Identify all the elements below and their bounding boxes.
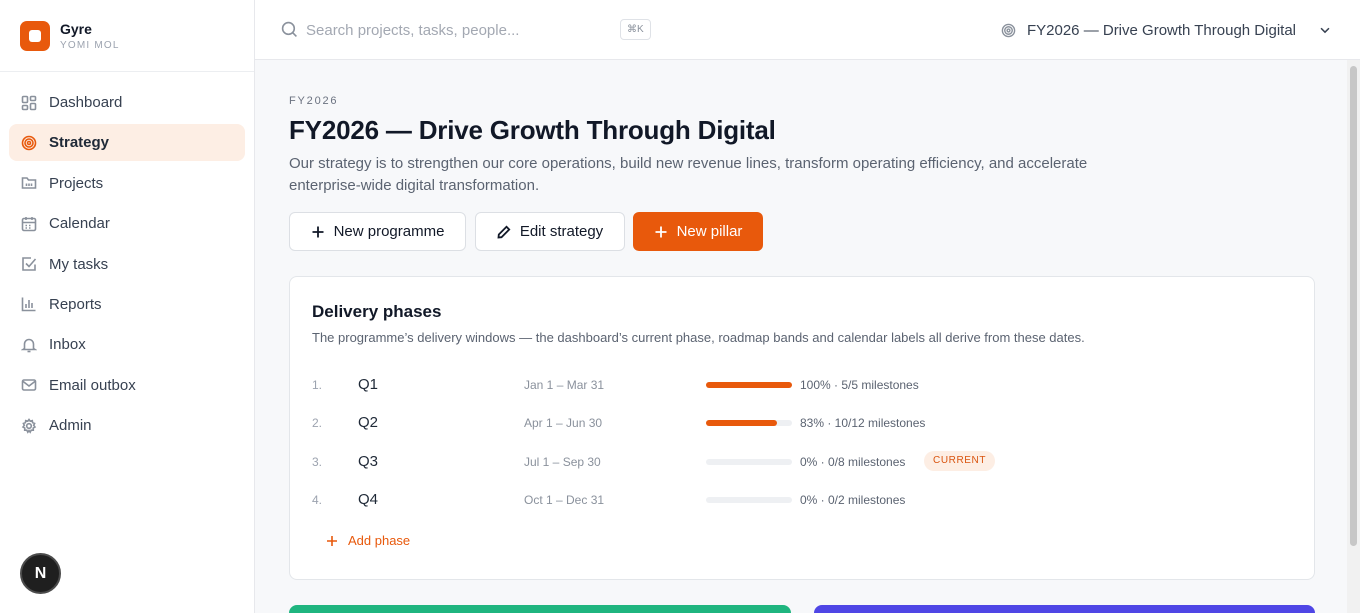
sidebar: Gyre YOMI MOL Dashboard Strategy Project…: [0, 0, 255, 613]
phase-row[interactable]: 1. Q1 Jan 1 – Mar 31 100% · 5/5 mileston…: [290, 374, 1314, 398]
sidebar-item-label: Email outbox: [49, 376, 136, 394]
phase-number: 1.: [312, 378, 323, 392]
phase-progress-bar: [706, 382, 792, 388]
search-shortcut-badge: ⌘K: [620, 19, 651, 40]
target-icon: [1001, 23, 1016, 37]
sidebar-item-label: My tasks: [49, 255, 109, 273]
app-name: Gyre: [60, 20, 92, 37]
phase-dates: Jan 1 – Mar 31: [524, 378, 605, 392]
page-eyebrow: FY2026: [289, 95, 339, 107]
sidebar-item-calendar[interactable]: Calendar: [9, 205, 245, 242]
checkbox-icon: [22, 257, 37, 271]
phase-row[interactable]: 2. Q2 Apr 1 – Jun 30 83% · 10/12 milesto…: [290, 412, 1314, 436]
phase-name: Q1: [358, 376, 379, 393]
strategy-selector[interactable]: FY2026 — Drive Growth Through Digital: [1001, 14, 1332, 46]
sidebar-item-projects[interactable]: Projects: [9, 165, 245, 202]
phase-dates: Jul 1 – Sep 30: [524, 455, 601, 469]
scrollbar-thumb[interactable]: [1350, 66, 1357, 546]
phase-progress-bar: [706, 497, 792, 503]
phase-stat: 83% · 10/12 milestones: [800, 416, 926, 430]
pillar-card-indigo[interactable]: [814, 605, 1315, 613]
add-phase-label: Add phase: [348, 533, 411, 548]
current-phase-badge: CURRENT: [924, 451, 996, 471]
phase-stat: 0% · 0/2 milestones: [800, 493, 906, 507]
phase-progress-bar: [706, 459, 792, 465]
new-pillar-button[interactable]: New pillar: [633, 212, 763, 251]
new-programme-button[interactable]: New programme: [289, 212, 466, 251]
search-icon: [281, 21, 297, 37]
sidebar-item-label: Reports: [49, 295, 102, 313]
user-avatar[interactable]: N: [20, 553, 61, 594]
sidebar-item-label: Strategy: [49, 134, 110, 152]
phase-number: 3.: [312, 455, 323, 469]
new-pillar-label: New pillar: [676, 223, 743, 240]
app-logo-icon: [20, 20, 50, 51]
chevron-down-icon: [1320, 27, 1330, 34]
calendar-icon: [21, 216, 37, 231]
card-subtitle: The programme’s delivery windows — the d…: [312, 330, 1085, 345]
sidebar-item-label: Inbox: [49, 336, 86, 354]
phase-progress-bar: [706, 420, 792, 426]
phase-name: Q3: [358, 453, 379, 470]
bar-chart-icon: [21, 297, 36, 312]
dashboard-icon: [21, 95, 37, 110]
sidebar-item-label: Calendar: [49, 215, 110, 233]
sidebar-item-inbox[interactable]: Inbox: [9, 326, 245, 363]
card-title: Delivery phases: [312, 302, 442, 321]
phase-row[interactable]: 4. Q4 Oct 1 – Dec 31 0% · 0/2 milestones: [290, 489, 1314, 513]
phase-number: 2.: [312, 416, 323, 430]
delivery-phases-card: Delivery phases The programme’s delivery…: [289, 276, 1315, 580]
plus-icon: [327, 535, 337, 546]
sidebar-item-strategy[interactable]: Strategy: [9, 124, 245, 162]
sidebar-item-admin[interactable]: Admin: [9, 407, 245, 444]
phase-name: Q4: [358, 491, 379, 508]
phase-dates: Oct 1 – Dec 31: [524, 493, 605, 507]
sidebar-item-reports[interactable]: Reports: [9, 286, 245, 323]
search-input[interactable]: [306, 18, 606, 42]
phase-stat: 0% · 0/8 milestones: [800, 455, 906, 469]
sidebar-item-label: Dashboard: [49, 94, 123, 111]
add-phase-button[interactable]: Add phase: [326, 533, 410, 548]
sidebar-item-my-tasks[interactable]: My tasks: [9, 246, 245, 283]
phase-progress-fill: [706, 382, 792, 388]
edit-strategy-button[interactable]: Edit strategy: [475, 212, 625, 251]
pencil-icon: [497, 225, 511, 239]
phase-number: 4.: [312, 493, 323, 507]
phase-stat: 100% · 5/5 milestones: [800, 378, 919, 392]
folder-icon: [21, 177, 37, 190]
edit-strategy-label: Edit strategy: [519, 223, 604, 240]
sidebar-item-dashboard[interactable]: Dashboard: [9, 84, 245, 121]
sidebar-item-email-outbox[interactable]: Email outbox: [9, 367, 245, 404]
phase-name: Q2: [358, 414, 379, 431]
new-programme-label: New programme: [333, 223, 445, 240]
page-title: FY2026 — Drive Growth Through Digital: [289, 115, 776, 145]
top-bar: ⌘K FY2026 — Drive Growth Through Digital: [255, 0, 1360, 60]
pillar-card-green[interactable]: [289, 605, 791, 613]
phase-progress-fill: [706, 420, 778, 426]
plus-icon: [312, 226, 324, 237]
scrollbar[interactable]: [1347, 60, 1360, 613]
page-description: Our strategy is to strengthen our core o…: [289, 155, 1088, 194]
sidebar-item-label: Admin: [49, 417, 92, 435]
sidebar-item-label: Projects: [49, 174, 104, 192]
plus-icon: [655, 226, 667, 237]
phase-dates: Apr 1 – Jun 30: [524, 416, 603, 430]
sidebar-nav: Dashboard Strategy Projects Calendar My …: [0, 72, 254, 460]
bell-icon: [21, 338, 37, 353]
mail-icon: [21, 379, 37, 392]
org-name: YOMI MOL: [60, 39, 120, 51]
target-icon: [21, 135, 37, 151]
gear-icon: [21, 417, 37, 434]
phase-row[interactable]: 3. Q3 Jul 1 – Sep 30 0% · 0/8 milestones…: [290, 451, 1314, 475]
strategy-selector-label: FY2026 — Drive Growth Through Digital: [1026, 21, 1296, 39]
brand-header[interactable]: Gyre YOMI MOL: [0, 0, 254, 72]
